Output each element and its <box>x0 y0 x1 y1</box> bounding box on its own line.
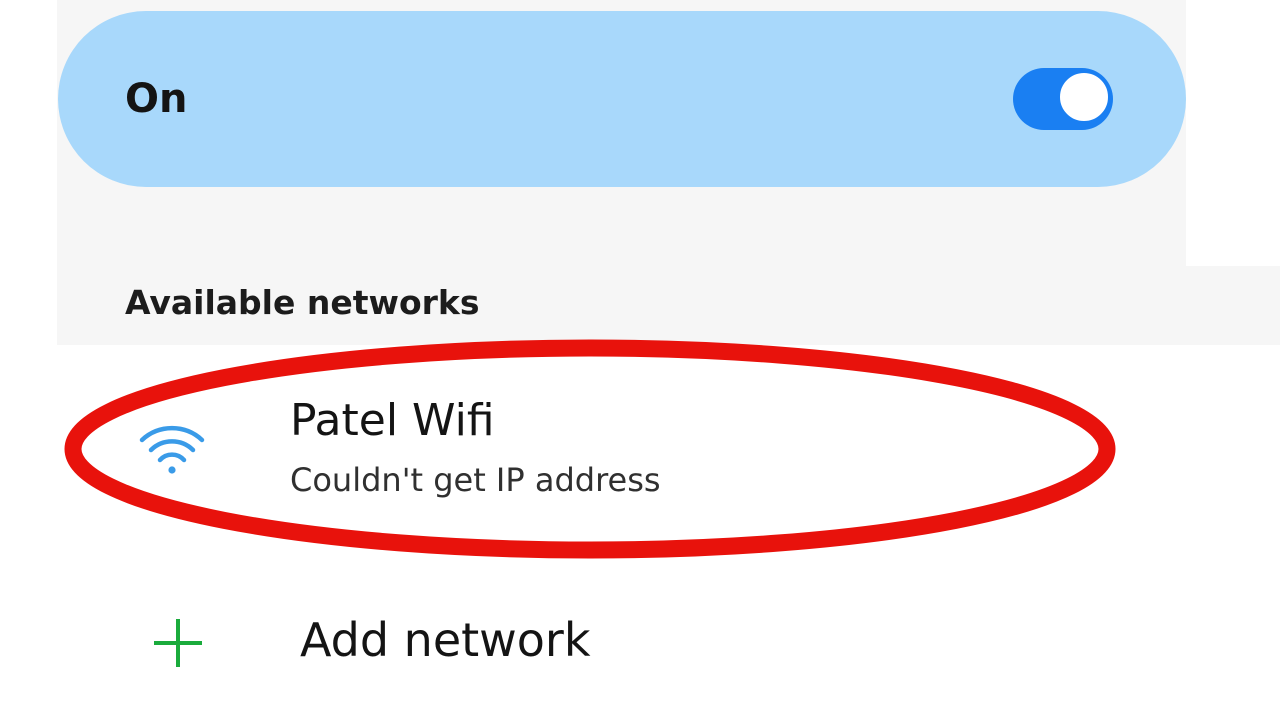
plus-icon <box>154 619 202 667</box>
wifi-master-toggle-label: On <box>125 76 188 122</box>
header-strip <box>1186 266 1280 345</box>
add-network-label: Add network <box>300 613 591 667</box>
network-status: Couldn't get IP address <box>290 461 661 499</box>
wifi-master-toggle-row[interactable]: On <box>58 11 1186 187</box>
network-name: Patel Wifi <box>290 395 495 446</box>
available-networks-header: Available networks <box>125 283 480 322</box>
network-item-patel-wifi[interactable]: Patel Wifi Couldn't get IP address <box>110 380 1070 520</box>
add-network-button[interactable]: Add network <box>110 585 810 695</box>
wifi-icon <box>139 425 205 474</box>
wifi-switch[interactable] <box>1013 68 1113 130</box>
switch-knob <box>1057 70 1111 124</box>
